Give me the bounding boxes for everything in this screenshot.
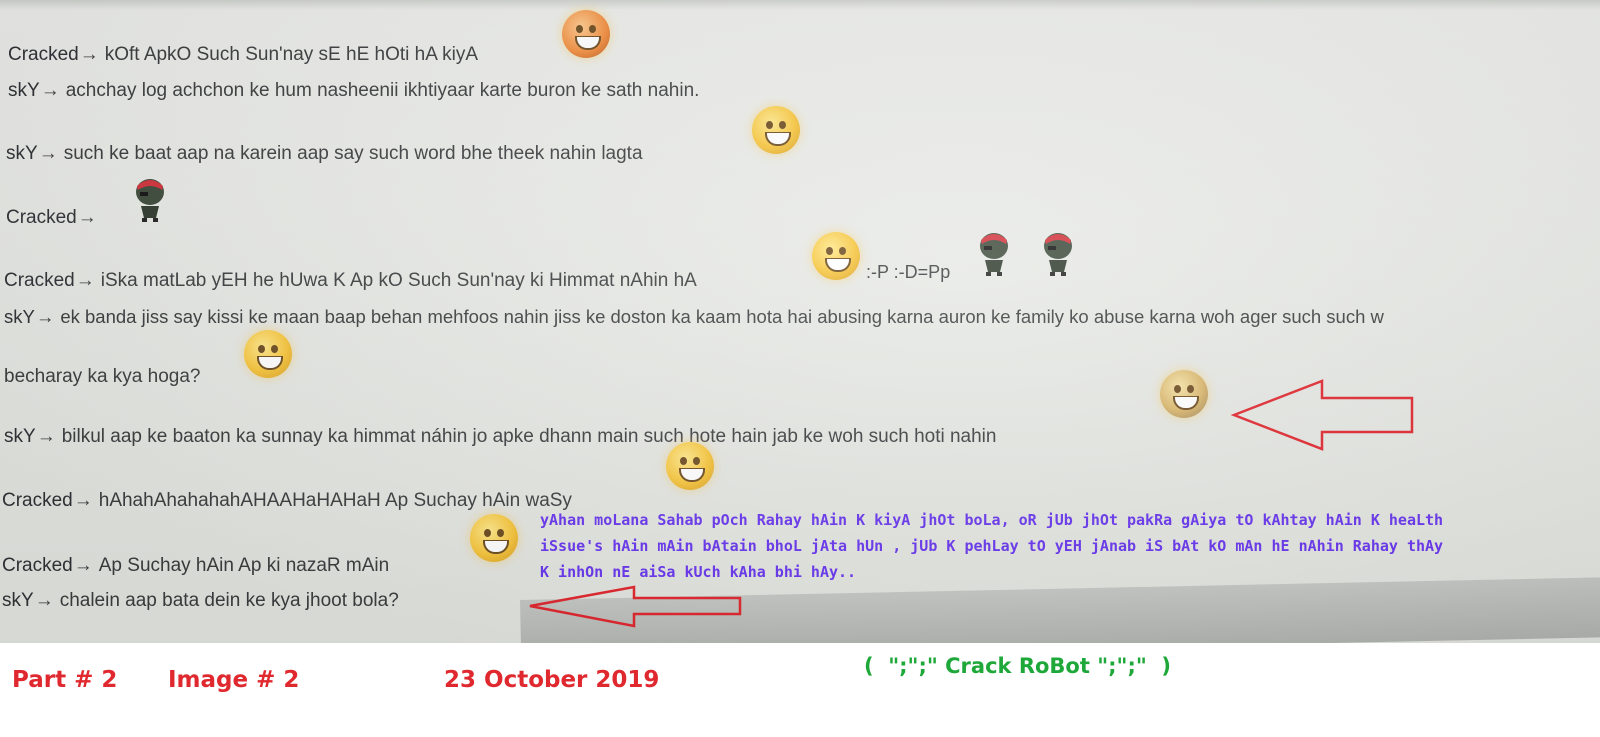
message-text: chalein aap bata dein ke kya jhoot bola? — [59, 590, 399, 611]
annotation-line: yAhan moLana Sahab pOch Rahay hAin K kiy… — [540, 511, 1444, 529]
footer-part: Part # 2 — [12, 667, 118, 693]
annotation-line: K inhOn nE aiSa kUch kAha bhi hAy.. — [540, 563, 857, 581]
message-text: kOft ApkO Such Sun'nay sE hE hOti hA kiy… — [104, 44, 479, 65]
message-sender: skY — [4, 306, 35, 327]
message-text: bilkul aap ke baaton ka sunnay ka himmat… — [61, 426, 997, 447]
sender-arrow: → — [34, 590, 54, 611]
chat-message: skY→ ek banda jiss say kissi ke maan baap… — [4, 306, 1384, 328]
message-text: becharay ka kya hoga? — [4, 366, 201, 387]
sender-arrow: → — [73, 555, 93, 576]
laughing-emoji-icon — [666, 442, 714, 490]
message-text: achchay log achchon ke hum nasheenii ikh… — [65, 80, 700, 101]
smiley-emoji-icon — [752, 106, 800, 154]
message-sender: skY — [4, 426, 36, 447]
smiley-emoji-icon — [244, 330, 292, 378]
message-sender: Cracked — [6, 207, 77, 228]
chat-message: skY→ chalein aap bata dein ke kya jhoot b… — [2, 590, 399, 612]
laughing-emoji-icon — [470, 514, 518, 562]
message-sender: Cracked — [8, 44, 79, 65]
message-text: ek banda jiss say kissi ke maan baap beh… — [60, 306, 1384, 327]
message-text: Ap Suchay hAin Ap ki nazaR mAin — [98, 555, 390, 576]
chat-message: skY→ such ke baat aap na karein aap say s… — [6, 143, 643, 165]
chat-message: Cracked→ hAhahAhahahahAHAAHaHAHaH Ap Such… — [2, 490, 572, 512]
chat-message: Cracked→ — [6, 207, 103, 229]
smiley-emoji-icon — [1160, 370, 1208, 418]
chat-message: skY→ bilkul aap ke baaton ka sunnay ka hi… — [4, 426, 996, 448]
message-text: hAhahAhahahahAHAAHaHAHaH Ap Suchay hAin … — [98, 490, 572, 511]
footer-date: 23 October 2019 — [444, 667, 660, 693]
sender-arrow: → — [36, 426, 56, 447]
message-sender: Cracked — [4, 270, 75, 291]
sender-arrow: → — [77, 207, 97, 228]
sender-arrow: → — [79, 44, 99, 65]
message-sender: Cracked — [2, 490, 73, 511]
sender-arrow: → — [35, 306, 55, 327]
laughing-emoji-icon — [812, 232, 860, 280]
sender-arrow: → — [75, 270, 95, 291]
chat-message: Cracked→ iSka matLab yEH he hUwa K Ap kO … — [4, 270, 697, 292]
smiley-emoji-icon — [562, 10, 610, 58]
chat-message: Cracked→ kOft ApkO Such Sun'nay sE hE hOt… — [8, 44, 478, 66]
message-sender: Cracked — [2, 555, 73, 576]
message-text: such ke baat aap na karein aap say such … — [63, 143, 643, 164]
chat-message: Cracked→ Ap Suchay hAin Ap ki nazaR mAin — [2, 555, 389, 577]
message-text: iSka matLab yEH he hUwa K Ap kO Such Sun… — [100, 270, 697, 291]
sender-arrow: → — [73, 490, 93, 511]
sender-arrow: → — [40, 80, 60, 101]
chat-message: becharay ka kya hoga? — [4, 366, 200, 388]
sender-arrow: → — [38, 143, 58, 164]
pirate-emoji-icon — [136, 179, 164, 222]
photo-top-edge — [0, 0, 1600, 10]
message-sender: skY — [6, 143, 38, 164]
chat-message: skY→ achchay log achchon ke hum nasheenii… — [8, 80, 699, 102]
red-arrow-icon — [529, 585, 742, 628]
footer-image-number: Image # 2 — [168, 667, 300, 693]
chat-screenshot-photo: Cracked→ kOft ApkO Such Sun'nay sE hE hOt… — [0, 0, 1600, 643]
pirate-emoji-icon — [980, 233, 1008, 276]
message-sender: skY — [8, 80, 40, 101]
message-sender: skY — [2, 590, 34, 611]
footer-signature: ( ";";" Crack RoBot ";";" ) — [864, 654, 1172, 678]
annotation-line: iSsue's hAin mAin bAtain bhoL jAta hUn ,… — [540, 537, 1444, 555]
red-arrow-icon — [1230, 379, 1414, 451]
emoticon-codes: :-P :-D=Pp — [866, 262, 951, 282]
pirate-emoji-icon — [1044, 233, 1072, 276]
